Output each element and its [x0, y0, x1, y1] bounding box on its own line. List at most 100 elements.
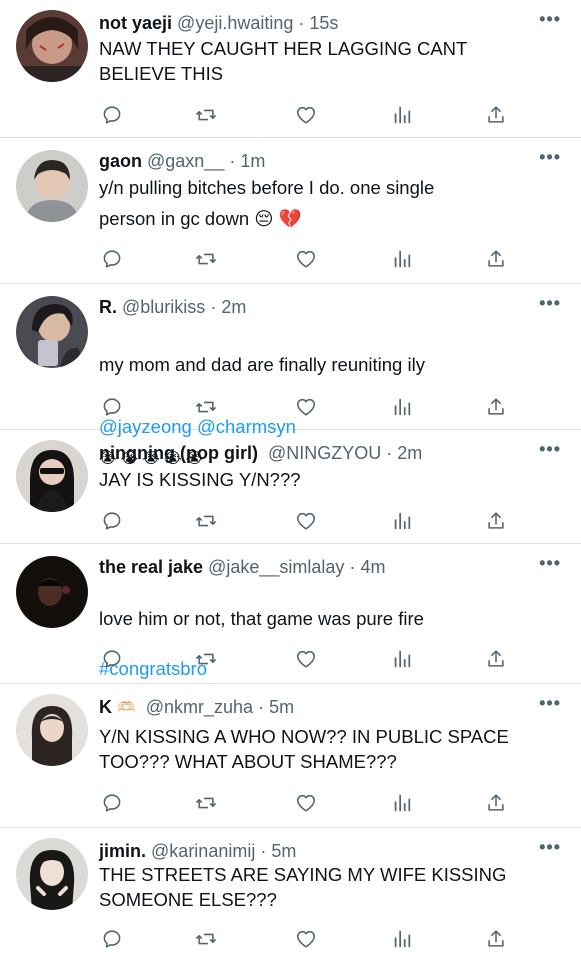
username[interactable]: @karinanimij [151, 841, 255, 861]
display-name[interactable]: gaon [99, 151, 142, 171]
timestamp[interactable]: 2m [397, 443, 422, 463]
more-options-icon[interactable]: ••• [539, 294, 561, 312]
views-icon[interactable] [389, 394, 415, 420]
tweet-header: ningning (pop girl) @NINGZYOU · 2m [99, 440, 535, 466]
avatar[interactable] [16, 694, 88, 766]
share-icon[interactable] [483, 790, 509, 816]
like-icon[interactable] [293, 394, 319, 420]
separator: · [210, 297, 217, 317]
more-options-icon[interactable]: ••• [539, 554, 561, 572]
separator: · [298, 13, 305, 33]
tweet[interactable]: jimin. @karinanimij · 5m ••• THE STREETS… [0, 828, 581, 960]
retweet-icon[interactable] [193, 790, 219, 816]
share-icon[interactable] [483, 102, 509, 128]
username[interactable]: @yeji.hwaiting [177, 13, 293, 33]
tweet-text: NAW THEY CAUGHT HER LAGGING CANT BELIEVE… [99, 38, 468, 84]
tweet-text-main: my mom and dad are finally reuniting ily [99, 354, 425, 375]
tweet-text: JAY IS KISSING Y/N??? [99, 469, 301, 490]
more-options-icon[interactable]: ••• [539, 148, 561, 166]
retweet-icon[interactable] [193, 646, 219, 672]
tweet-header: K 🫶🏻 @nkmr_zuha · 5m [99, 694, 535, 721]
reply-icon[interactable] [99, 790, 125, 816]
tweet-header: not yaeji @yeji.hwaiting · 15s [99, 10, 535, 36]
like-icon[interactable] [293, 926, 319, 952]
more-options-icon[interactable]: ••• [539, 694, 561, 712]
reply-icon[interactable] [99, 246, 125, 272]
username[interactable]: @NINGZYOU [268, 443, 381, 463]
tweet-text-main: love him or not, that game was pure fire [99, 608, 424, 629]
tweet-header: gaon @gaxn__ · 1m [99, 148, 535, 174]
share-icon[interactable] [483, 926, 509, 952]
views-icon[interactable] [389, 646, 415, 672]
views-icon[interactable] [389, 102, 415, 128]
reply-icon[interactable] [99, 394, 125, 420]
like-icon[interactable] [293, 646, 319, 672]
like-icon[interactable] [293, 508, 319, 534]
views-icon[interactable] [389, 790, 415, 816]
timestamp[interactable]: 5m [271, 841, 296, 861]
display-name[interactable]: jimin. [99, 841, 146, 861]
avatar[interactable] [16, 10, 88, 82]
username[interactable]: @gaxn__ [147, 151, 224, 171]
action-bar [99, 790, 521, 816]
display-name[interactable]: the real jake [99, 557, 203, 577]
avatar[interactable] [16, 838, 88, 910]
username[interactable]: @jake__simlalay [208, 557, 344, 577]
views-icon[interactable] [389, 926, 415, 952]
like-icon[interactable] [293, 246, 319, 272]
timestamp[interactable]: 4m [360, 557, 385, 577]
retweet-icon[interactable] [193, 102, 219, 128]
share-icon[interactable] [483, 508, 509, 534]
tweet-text: THE STREETS ARE SAYING MY WIFE KISSING S… [99, 864, 507, 910]
avatar[interactable] [16, 556, 88, 628]
retweet-icon[interactable] [193, 508, 219, 534]
more-options-icon[interactable]: ••• [539, 10, 561, 28]
timestamp[interactable]: 1m [240, 151, 265, 171]
retweet-icon[interactable] [193, 246, 219, 272]
username[interactable]: @nkmr_zuha [146, 697, 253, 717]
timestamp[interactable]: 5m [269, 697, 294, 717]
display-name[interactable]: ningning (pop girl) [99, 443, 258, 463]
action-bar [99, 102, 521, 128]
username[interactable]: @blurikiss [122, 297, 205, 317]
tweet-text: y/n pulling bitches before I do. one sin… [99, 177, 435, 229]
views-icon[interactable] [389, 246, 415, 272]
reply-icon[interactable] [99, 102, 125, 128]
share-icon[interactable] [483, 246, 509, 272]
share-icon[interactable] [483, 646, 509, 672]
action-bar [99, 246, 521, 272]
tweet[interactable]: ningning (pop girl) @NINGZYOU · 2m ••• J… [0, 430, 581, 544]
separator: · [260, 841, 267, 861]
tweet-text: Y/N KISSING A WHO NOW?? IN PUBLIC SPACE … [99, 726, 509, 772]
tweet[interactable]: gaon @gaxn__ · 1m ••• y/n pulling bitche… [0, 138, 581, 284]
like-icon[interactable] [293, 102, 319, 128]
heart-hands-emoji: 🫶🏻 [117, 699, 136, 716]
more-options-icon[interactable]: ••• [539, 838, 561, 856]
avatar[interactable] [16, 440, 88, 512]
separator: · [349, 557, 356, 577]
tweet[interactable]: the real jake @jake__simlalay · 4m ••• l… [0, 544, 581, 684]
timestamp[interactable]: 2m [221, 297, 246, 317]
display-name[interactable]: R. [99, 297, 117, 317]
like-icon[interactable] [293, 790, 319, 816]
views-icon[interactable] [389, 508, 415, 534]
tweet-header: jimin. @karinanimij · 5m [99, 838, 535, 864]
avatar[interactable] [16, 150, 88, 222]
avatar[interactable] [16, 296, 88, 368]
retweet-icon[interactable] [193, 394, 219, 420]
reply-icon[interactable] [99, 646, 125, 672]
reply-icon[interactable] [99, 508, 125, 534]
more-options-icon[interactable]: ••• [539, 440, 561, 458]
display-name[interactable]: K [99, 697, 112, 717]
display-name[interactable]: not yaeji [99, 13, 172, 33]
tweet-header: the real jake @jake__simlalay · 4m [99, 554, 535, 580]
share-icon[interactable] [483, 394, 509, 420]
tweet[interactable]: K 🫶🏻 @nkmr_zuha · 5m ••• Y/N KISSING A W… [0, 684, 581, 828]
retweet-icon[interactable] [193, 926, 219, 952]
timestamp[interactable]: 15s [309, 13, 338, 33]
separator: · [258, 697, 265, 717]
tweet[interactable]: not yaeji @yeji.hwaiting · 15s ••• NAW T… [0, 0, 581, 138]
reply-icon[interactable] [99, 926, 125, 952]
tweet[interactable]: R. @blurikiss · 2m ••• my mom and dad ar… [0, 284, 581, 467]
tweet-header: R. @blurikiss · 2m [99, 294, 535, 320]
